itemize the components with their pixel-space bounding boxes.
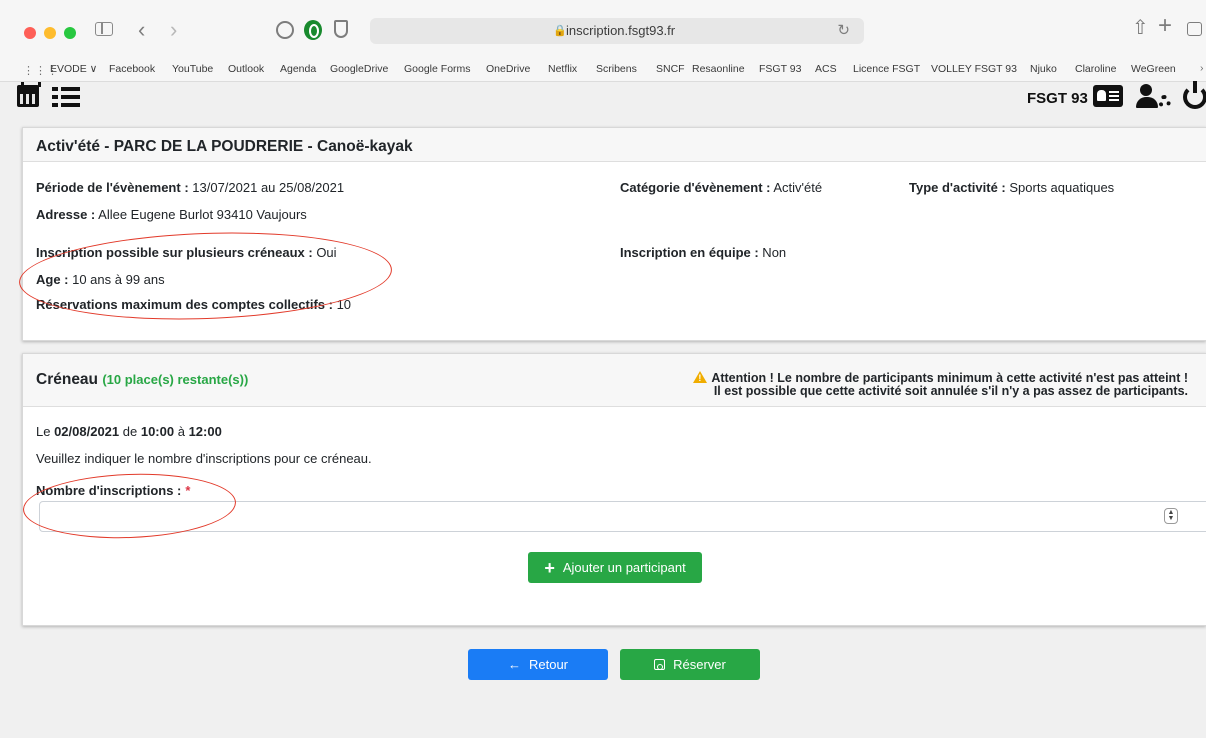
event-address: Adresse : Allee Eugene Burlot 93410 Vauj… [36, 207, 307, 222]
slot-card: Créneau (10 place(s) restante(s)) Attent… [22, 353, 1206, 626]
plus-icon: + [544, 557, 555, 578]
user-settings-icon[interactable] [1136, 84, 1172, 110]
bookmark-youtube[interactable]: YouTube [172, 63, 213, 75]
bookmark-google-forms[interactable]: Google Forms [404, 63, 471, 75]
required-asterisk: * [185, 483, 191, 498]
bookmark-fsgt93[interactable]: FSGT 93 [759, 63, 801, 75]
browser-chrome: ‹ › 🔒 inscription.fsgt93.fr ↻ ⇧ + ⋮⋮⋮ EV… [0, 0, 1206, 82]
bookmark-volley-fsgt93[interactable]: VOLLEY FSGT 93 [931, 63, 1017, 75]
power-icon[interactable] [1183, 81, 1206, 109]
slot-help-text: Veuillez indiquer le nombre d'inscriptio… [36, 451, 372, 466]
bookmark-facebook[interactable]: Facebook [109, 63, 155, 75]
bookmark-njuko[interactable]: Njuko [1030, 63, 1057, 75]
registrations-count-input[interactable] [39, 501, 1206, 532]
registrations-field-label: Nombre d'inscriptions : * [36, 483, 191, 498]
slot-remaining-badge: (10 place(s) restante(s)) [102, 372, 249, 387]
bookmark-googledrive[interactable]: GoogleDrive [330, 63, 388, 75]
event-activity-type: Type d'activité : Sports aquatiques [909, 180, 1115, 195]
lock-icon: 🔒 [553, 25, 567, 37]
event-age: Age : 10 ans à 99 ans [36, 272, 165, 287]
list-icon[interactable] [52, 87, 80, 107]
arrow-left-icon: ← [507, 657, 521, 672]
bookmarks-more-chevron-icon[interactable]: › [1200, 62, 1204, 74]
add-participant-button[interactable]: + Ajouter un participant [528, 552, 702, 583]
url-text: inscription.fsgt93.fr [566, 23, 676, 38]
bookmark-sncf[interactable]: SNCF [656, 63, 685, 75]
bookmark-acs[interactable]: ACS [815, 63, 837, 75]
brand-label: FSGT 93 [1027, 90, 1088, 107]
share-icon[interactable]: ⇧ [1132, 18, 1149, 38]
slot-card-header: Créneau (10 place(s) restante(s)) Attent… [23, 354, 1206, 407]
bookmark-wegreen[interactable]: WeGreen [1131, 63, 1176, 75]
bookmarks-bar: ⋮⋮⋮ EVODE ∨ Facebook YouTube Outlook Age… [0, 58, 1206, 82]
stepper-arrows-icon[interactable]: ▲ ▼ [1164, 508, 1178, 524]
forward-chevron-icon[interactable]: › [170, 19, 177, 41]
save-icon [654, 659, 666, 670]
bookmark-claroline[interactable]: Claroline [1075, 63, 1116, 75]
bookmark-onedrive[interactable]: OneDrive [486, 63, 530, 75]
browser-toolbar: ‹ › 🔒 inscription.fsgt93.fr ↻ ⇧ + [0, 0, 1206, 58]
extension-globe-icon[interactable] [276, 21, 294, 39]
extension-green-icon[interactable] [304, 20, 322, 40]
slot-title: Créneau (10 place(s) restante(s)) [36, 371, 249, 388]
close-window-button[interactable] [24, 27, 36, 39]
event-category: Catégorie d'évènement : Activ'été [620, 180, 823, 195]
address-bar[interactable]: 🔒 inscription.fsgt93.fr ↻ [370, 18, 864, 44]
new-tab-icon[interactable]: + [1158, 14, 1172, 38]
app-header: FSGT 93 [0, 81, 1206, 114]
minimize-window-button[interactable] [44, 27, 56, 39]
back-button[interactable]: ← Retour [468, 649, 608, 680]
bookmark-outlook[interactable]: Outlook [228, 63, 264, 75]
zoom-window-button[interactable] [64, 27, 76, 39]
id-card-icon[interactable] [1093, 85, 1123, 107]
tab-overview-icon[interactable] [1187, 22, 1202, 36]
event-max-reservations: Réservations maximum des comptes collect… [36, 297, 352, 312]
bookmark-agenda[interactable]: Agenda [280, 63, 316, 75]
back-chevron-icon[interactable]: ‹ [138, 19, 145, 41]
reload-icon[interactable]: ↻ [837, 21, 850, 39]
bookmark-licence-fsgt[interactable]: Licence FSGT [853, 63, 920, 75]
event-multi-slot: Inscription possible sur plusieurs créne… [36, 245, 337, 260]
bookmark-scribens[interactable]: Scribens [596, 63, 637, 75]
slot-datetime: Le 02/08/2021 de 10:00 à 12:00 [36, 424, 222, 439]
min-participants-warning: Attention ! Le nombre de participants mi… [693, 370, 1188, 398]
bookmark-resaonline[interactable]: Resaonline [692, 63, 745, 75]
event-period: Période de l'évènement : 13/07/2021 au 2… [36, 180, 345, 195]
sidebar-toggle-icon[interactable] [95, 22, 113, 36]
extension-shield-icon[interactable] [334, 20, 348, 38]
warning-icon [693, 371, 708, 385]
reserve-button[interactable]: Réserver [620, 649, 760, 680]
event-title: Activ'été - PARC DE LA POUDRERIE - Canoë… [36, 138, 413, 155]
event-card-header: Activ'été - PARC DE LA POUDRERIE - Canoë… [23, 128, 1206, 162]
calendar-icon[interactable] [17, 82, 41, 107]
bookmark-evode[interactable]: EVODE ∨ [50, 63, 97, 75]
bookmark-netflix[interactable]: Netflix [548, 63, 577, 75]
event-card: Activ'été - PARC DE LA POUDRERIE - Canoë… [22, 127, 1206, 341]
event-team-registration: Inscription en équipe : Non [620, 245, 787, 260]
